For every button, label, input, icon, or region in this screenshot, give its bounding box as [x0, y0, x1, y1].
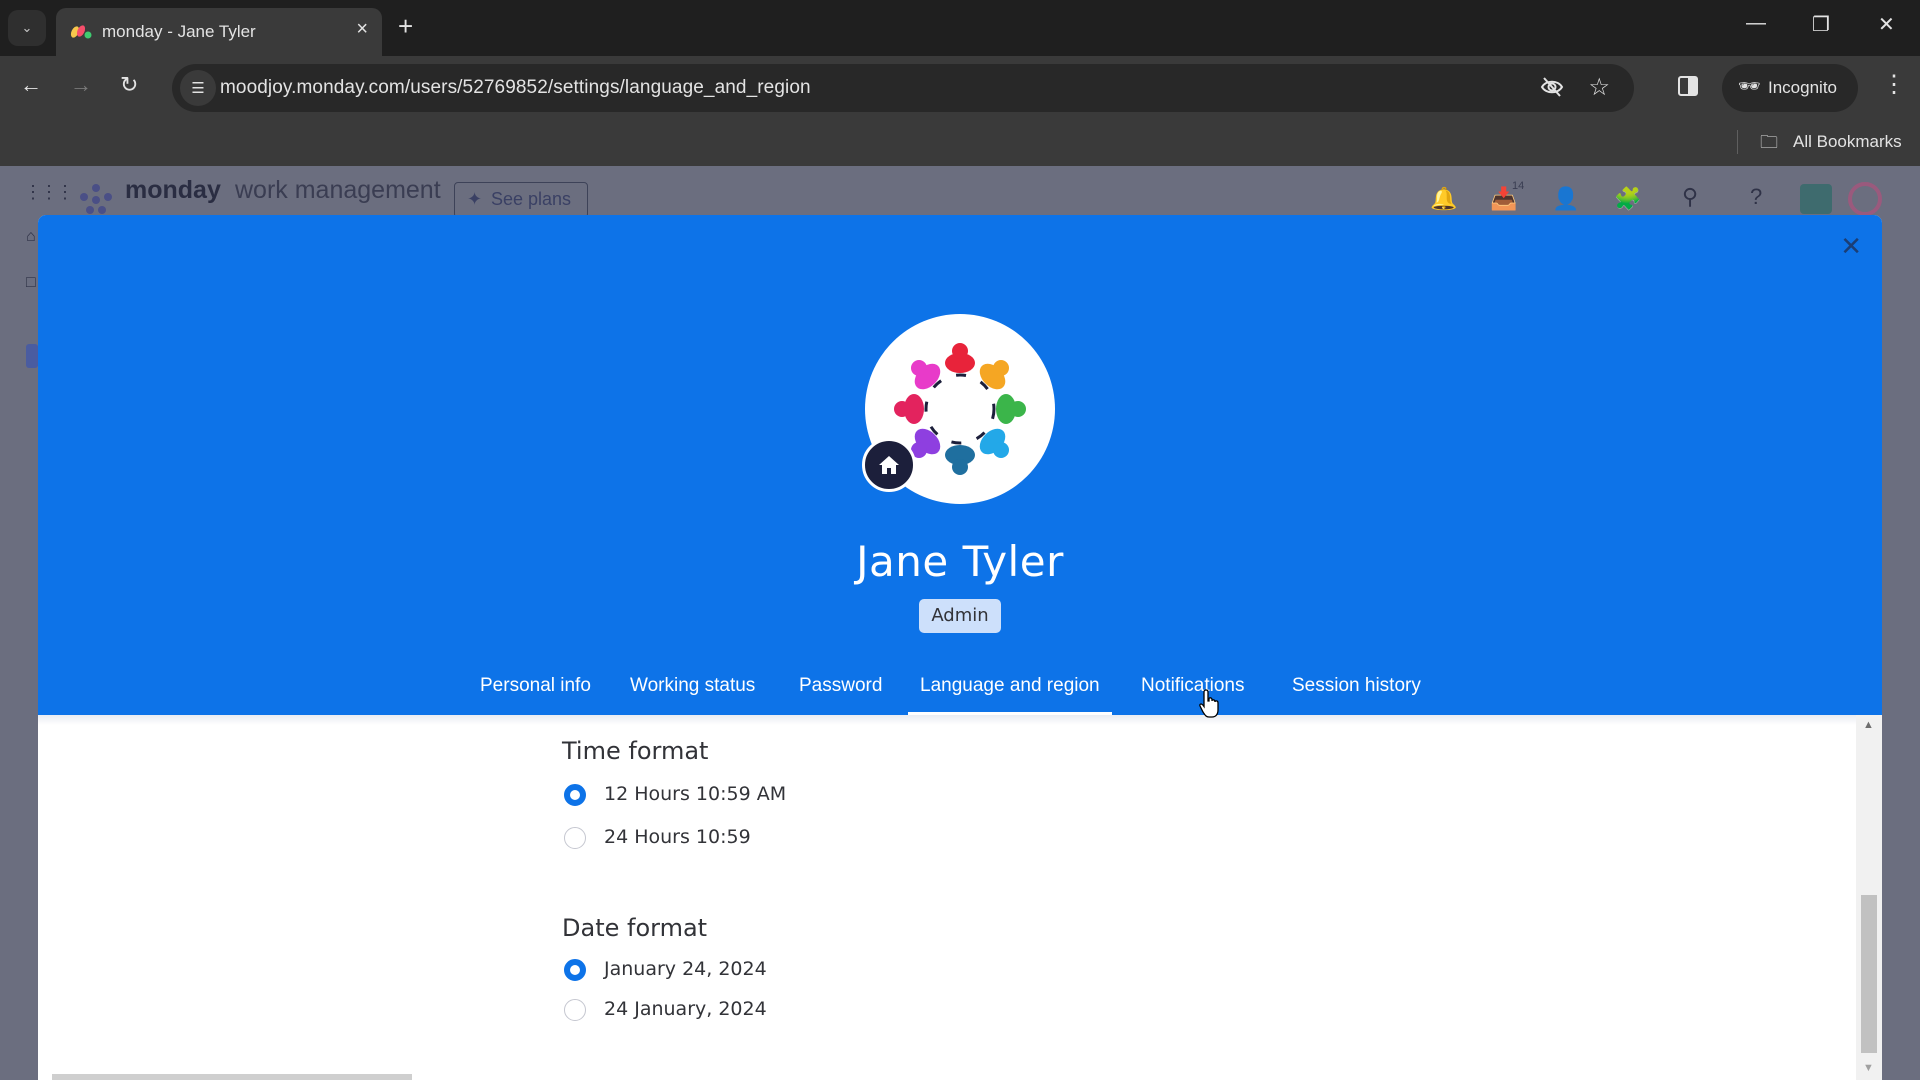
reload-icon[interactable]: ↻: [120, 72, 138, 98]
bell-icon[interactable]: 🔔: [1430, 186, 1457, 212]
radio-button-selected[interactable]: [564, 784, 586, 806]
avatar-figure-head: [952, 459, 968, 475]
app-sidebar: ⌂ □: [0, 216, 38, 1080]
date-format-title: Date format: [562, 914, 708, 942]
browser-tab-strip: ⌄ monday - Jane Tyler × + — ❐ ✕: [0, 0, 1920, 56]
radio-button[interactable]: [564, 999, 586, 1021]
back-icon[interactable]: ←: [20, 72, 42, 98]
app-header: ⋮⋮⋮ monday work management ✦ See plans 🔔…: [0, 166, 1920, 218]
tab-notifications[interactable]: Notifications: [1141, 667, 1245, 715]
avatar-figure-head: [993, 359, 1010, 376]
avatar-figure-head: [910, 359, 927, 376]
time-format-title: Time format: [562, 737, 709, 765]
monday-logo-icon: [80, 184, 112, 214]
inbox-count-badge: 14: [1512, 180, 1525, 192]
see-plans-button[interactable]: ✦ See plans: [454, 182, 588, 218]
language-region-settings: Time format 12 Hours 10:59 AM 24 Hours 1…: [38, 715, 1882, 1080]
radio-label: January 24, 2024: [604, 958, 767, 980]
avatar-figure-head: [1010, 401, 1026, 417]
user-avatar[interactable]: [1848, 182, 1882, 216]
radio-label: 24 Hours 10:59: [604, 826, 751, 848]
eye-off-icon[interactable]: [1540, 75, 1564, 99]
incognito-icon: 🕶: [1738, 76, 1761, 96]
minimize-button[interactable]: —: [1746, 12, 1766, 35]
invite-user-icon[interactable]: 👤: [1552, 186, 1579, 212]
hand-pointer-cursor-icon: [1199, 689, 1219, 718]
monday-favicon-icon: [70, 25, 92, 39]
tab-list-button[interactable]: ⌄: [8, 10, 46, 46]
workspace-icon[interactable]: [26, 344, 38, 368]
bookmarks-bar: 🗀 All Bookmarks: [0, 120, 1920, 166]
avatar-table-ring: [924, 373, 996, 445]
close-window-button[interactable]: ✕: [1878, 12, 1895, 37]
close-icon[interactable]: ✕: [1840, 233, 1862, 259]
chevron-down-icon: ⌄: [21, 20, 33, 35]
see-plans-label: See plans: [491, 189, 572, 209]
user-name: Jane Tyler: [856, 537, 1064, 586]
side-panel-icon[interactable]: [1678, 76, 1698, 96]
radio-label: 24 January, 2024: [604, 998, 767, 1020]
workspace-avatar[interactable]: [1800, 184, 1832, 214]
scrollbar-thumb[interactable]: [1861, 895, 1877, 1053]
home-icon: [879, 456, 899, 474]
avatar-figure-head: [993, 442, 1010, 459]
tab-language-and-region[interactable]: Language and region: [908, 667, 1112, 715]
profile-header: ✕ Jane Tyler Admin Personal info Working…: [38, 215, 1882, 715]
radio-label: 12 Hours 10:59 AM: [604, 783, 787, 805]
new-tab-button[interactable]: +: [398, 12, 413, 40]
browser-toolbar: ← → ↻ ☰ moodjoy.monday.com/users/5276985…: [0, 56, 1920, 120]
app-logo-text: monday: [125, 176, 221, 204]
site-settings-icon[interactable]: ☰: [180, 70, 216, 106]
help-icon[interactable]: ?: [1750, 184, 1762, 210]
tab-personal-info[interactable]: Personal info: [480, 667, 591, 715]
address-bar[interactable]: ☰ moodjoy.monday.com/users/52769852/sett…: [172, 64, 1634, 112]
home-badge: [862, 438, 916, 492]
apps-puzzle-icon[interactable]: 🧩: [1614, 186, 1641, 212]
url-text[interactable]: moodjoy.monday.com/users/52769852/settin…: [220, 77, 811, 99]
radio-button-selected[interactable]: [564, 959, 586, 981]
vertical-scrollbar[interactable]: ▲ ▼: [1856, 715, 1882, 1080]
avatar-figure-head: [894, 401, 910, 417]
browser-tab[interactable]: monday - Jane Tyler ×: [56, 8, 382, 56]
bookmark-star-icon[interactable]: ☆: [1588, 73, 1610, 102]
home-icon[interactable]: ⌂: [26, 228, 36, 246]
sparkle-icon: ✦: [467, 189, 483, 209]
header-shadow: [38, 715, 1856, 725]
profile-tabs: Personal info Working status Password La…: [38, 667, 1882, 715]
tab-password[interactable]: Password: [799, 667, 882, 715]
tab-title: monday - Jane Tyler: [102, 22, 256, 41]
all-bookmarks-button[interactable]: All Bookmarks: [1793, 132, 1902, 152]
horizontal-scrollbar[interactable]: [52, 1074, 412, 1080]
scroll-up-icon[interactable]: ▲: [1863, 719, 1874, 731]
apps-grid-icon[interactable]: ⋮⋮⋮: [24, 182, 74, 203]
bookmarks-divider: [1737, 130, 1738, 154]
menu-icon[interactable]: ⋮: [1882, 70, 1906, 99]
tab-working-status[interactable]: Working status: [630, 667, 755, 715]
forward-icon[interactable]: →: [70, 72, 92, 98]
scroll-down-icon[interactable]: ▼: [1863, 1062, 1874, 1074]
folder-icon[interactable]: 🗀: [1760, 130, 1778, 160]
restore-button[interactable]: ❐: [1812, 12, 1830, 37]
avatar-figure-head: [952, 343, 968, 359]
search-icon[interactable]: ⚲: [1682, 184, 1698, 210]
tab-session-history[interactable]: Session history: [1292, 667, 1421, 715]
role-badge: Admin: [919, 599, 1001, 633]
app-logo-subtitle: work management: [235, 176, 441, 204]
incognito-profile-button[interactable]: 🕶 Incognito: [1722, 64, 1858, 112]
incognito-label: Incognito: [1768, 78, 1837, 97]
my-work-icon[interactable]: □: [26, 274, 36, 292]
profile-settings-modal: ✕ Jane Tyler Admin Personal info Working…: [38, 215, 1882, 1080]
tab-close-icon[interactable]: ×: [356, 18, 368, 41]
radio-button[interactable]: [564, 827, 586, 849]
